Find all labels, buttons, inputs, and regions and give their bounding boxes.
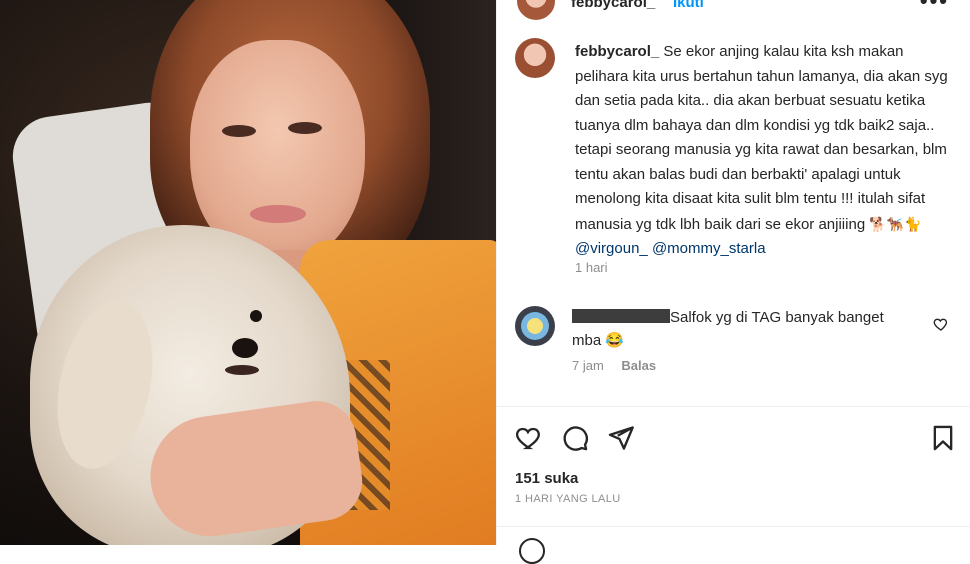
reply-button[interactable]: Balas — [621, 358, 656, 373]
post-date: 1 HARI YANG LALU — [515, 493, 621, 505]
send-icon[interactable] — [607, 424, 637, 454]
caption-username[interactable]: febbycarol_ — [575, 43, 659, 60]
mention-mommy-starla[interactable]: @mommy_starla — [652, 240, 766, 257]
dog-emojis: 🐕🐕‍🦺🐈 — [869, 215, 922, 232]
mention-virgoun[interactable]: @virgoun_ — [575, 240, 648, 257]
profile-avatar[interactable] — [515, 0, 557, 22]
caption-text: febbycarol_ Se ekor anjing kalau kita ks… — [575, 40, 955, 262]
reply-meta: 7 jam Balas — [572, 358, 656, 373]
heart-icon[interactable] — [515, 424, 545, 454]
caption-time: 1 hari — [575, 260, 608, 275]
avatar-inner — [527, 318, 543, 334]
woman-eye-right — [288, 122, 322, 134]
comment-icon[interactable] — [561, 424, 591, 454]
like-count[interactable]: 151 suka — [515, 470, 578, 487]
dog-eye — [250, 310, 262, 322]
reply-text: Salfok yg di TAG banyak banget mba 😂 — [572, 306, 912, 352]
reply-avatar[interactable] — [515, 306, 555, 346]
comments-panel: febbycarol_ Ikuti ••• febbycarol_ Se eko… — [496, 0, 970, 564]
reply-time: 7 jam — [572, 358, 604, 373]
caption-avatar[interactable] — [515, 38, 555, 78]
caption-body: Se ekor anjing kalau kita ksh makan peli… — [575, 43, 948, 233]
redacted-username — [572, 309, 670, 323]
divider-bottom — [497, 526, 970, 527]
action-bar — [515, 424, 955, 454]
bookmark-icon[interactable] — [929, 424, 959, 454]
post-photo[interactable] — [0, 0, 496, 545]
divider — [497, 406, 970, 407]
dog-mouth — [225, 365, 259, 375]
heart-icon[interactable] — [933, 316, 949, 332]
emoji-icon[interactable] — [519, 538, 545, 564]
dog-nose — [232, 338, 258, 358]
more-options-icon[interactable]: ••• — [920, 0, 949, 14]
follow-button[interactable]: Ikuti — [673, 0, 704, 11]
woman-eye-left — [222, 125, 256, 137]
header-username[interactable]: febbycarol_ — [571, 0, 655, 11]
woman-lips — [250, 205, 306, 223]
post-header: febbycarol_ Ikuti ••• — [497, 0, 970, 22]
